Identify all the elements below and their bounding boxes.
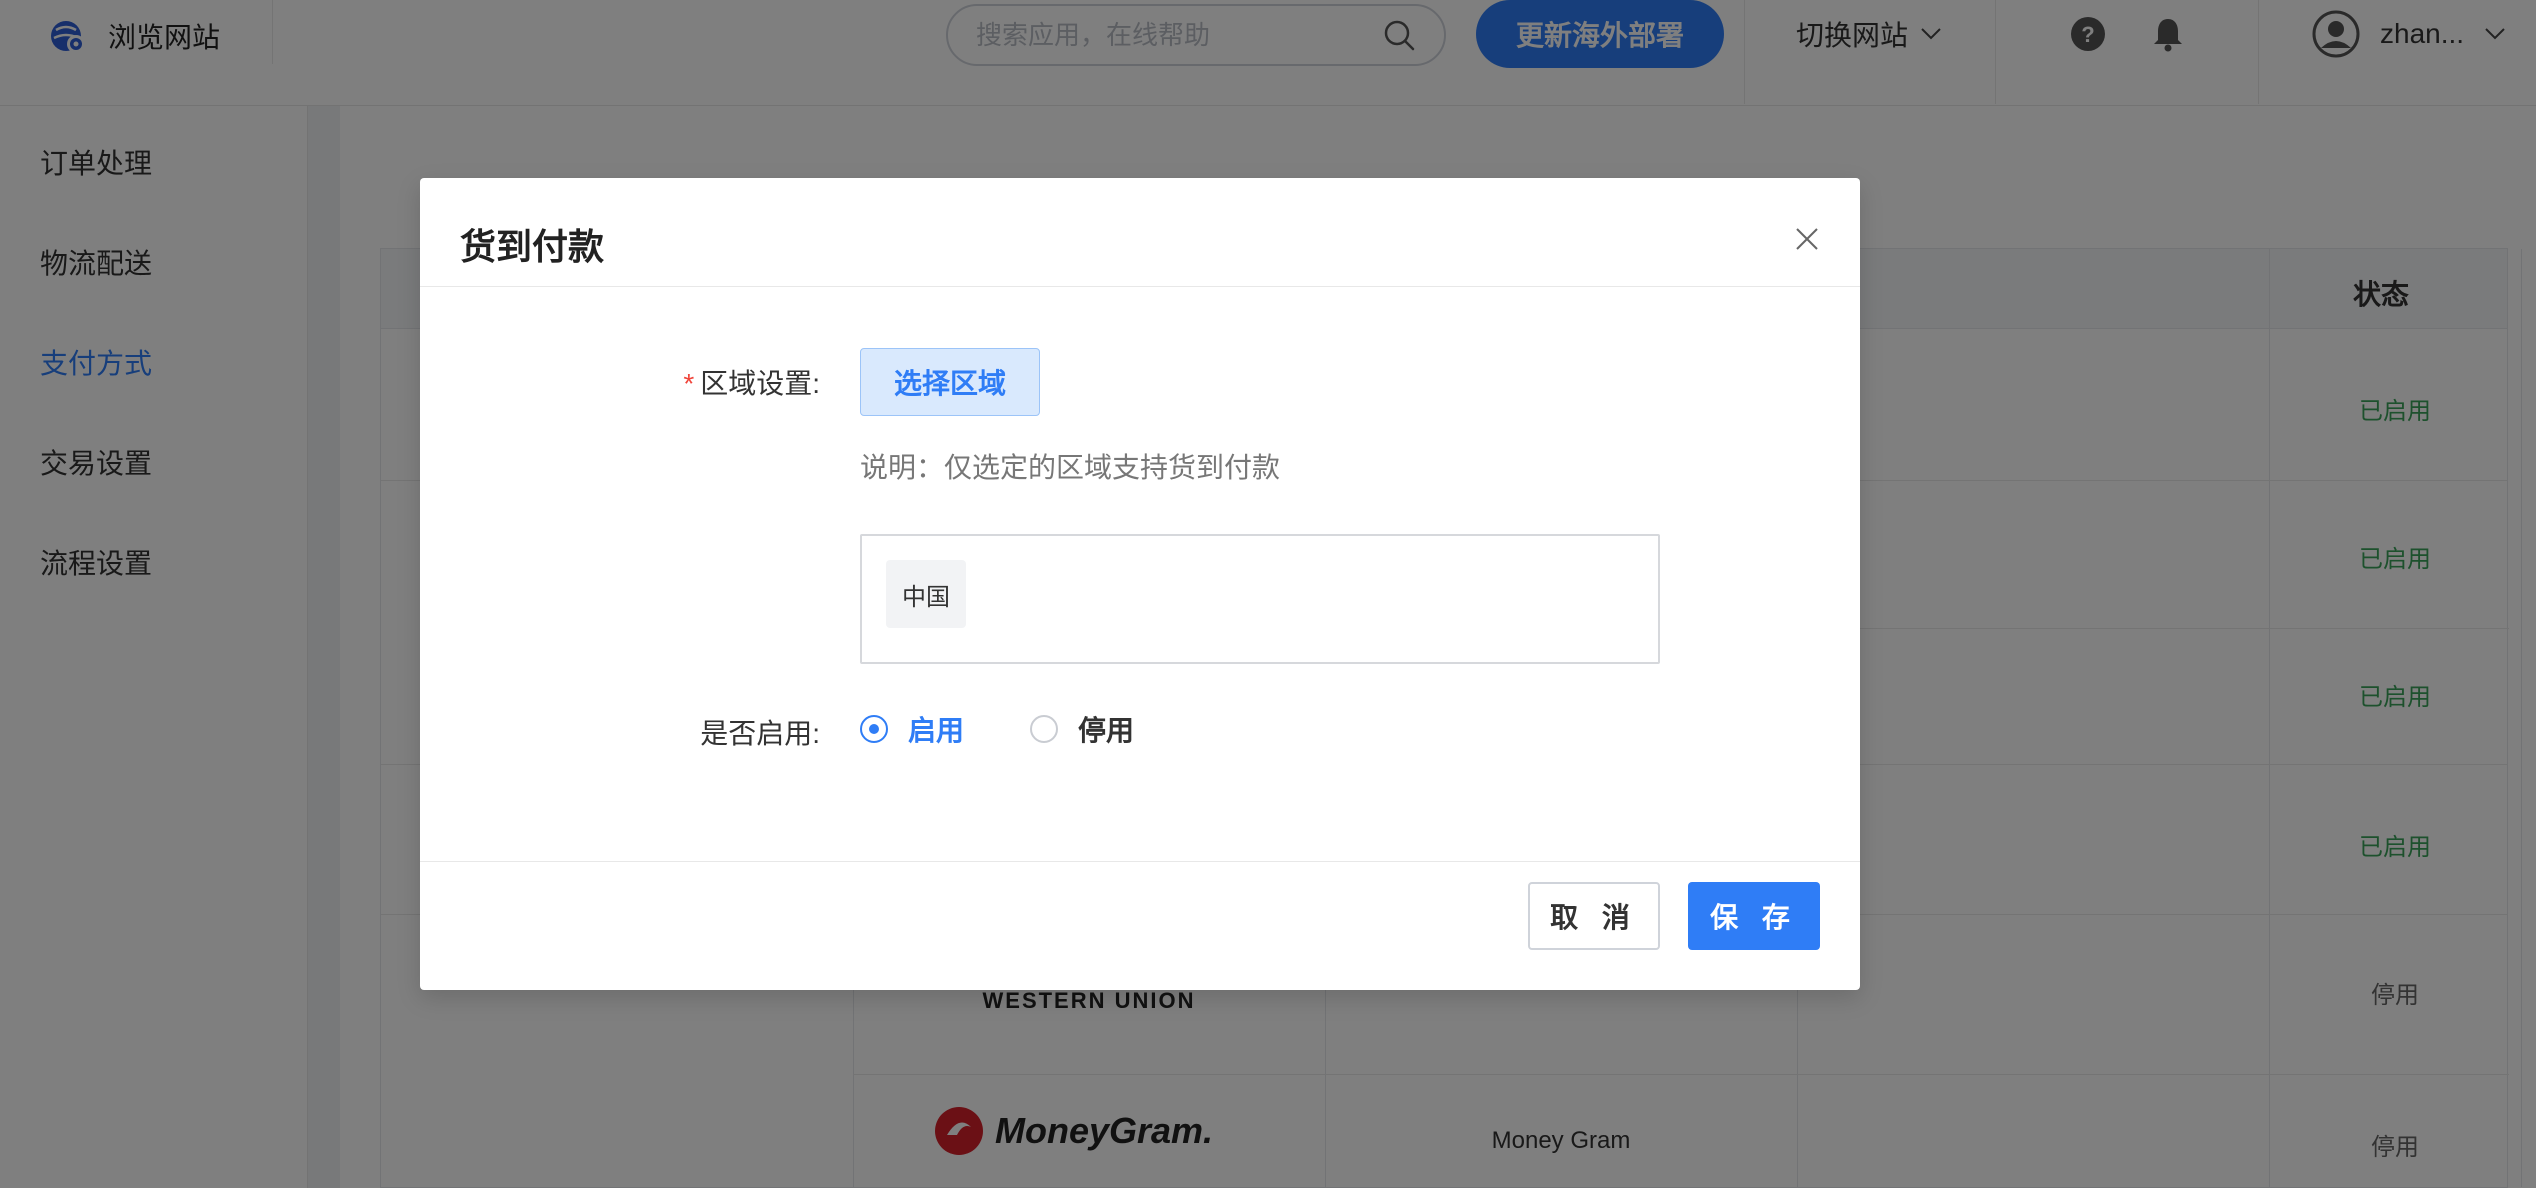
dialog-footer: 取 消 保 存 (420, 861, 1860, 990)
enable-label: 是否启用: (700, 718, 820, 749)
region-label-text: 区域设置: (700, 368, 820, 399)
close-icon[interactable] (1792, 224, 1822, 254)
region-note: 说明：仅选定的区域支持货到付款 (860, 452, 1281, 483)
dialog-title: 货到付款 (460, 226, 605, 267)
cancel-button[interactable]: 取 消 (1528, 882, 1660, 950)
save-button[interactable]: 保 存 (1688, 882, 1820, 950)
select-region-button[interactable]: 选择区域 (860, 348, 1040, 416)
selected-regions-box: 中国 (860, 534, 1660, 664)
required-mark: * (683, 368, 695, 399)
radio-dot[interactable] (1030, 715, 1058, 743)
cod-settings-dialog: 货到付款 * 区域设置: 选择区域 说明：仅选定的区域支持货到付款 中国 是否启用… (420, 178, 1860, 990)
region-setting-label: * 区域设置: (620, 362, 820, 402)
dialog-header: 货到付款 (420, 178, 1860, 287)
radio-enable[interactable]: 启用 (860, 711, 964, 747)
radio-disable[interactable]: 停用 (1030, 711, 1134, 747)
region-tag[interactable]: 中国 (886, 560, 966, 628)
radio-dot[interactable] (860, 715, 888, 743)
radio-enable-label[interactable]: 启用 (908, 709, 964, 749)
radio-disable-label[interactable]: 停用 (1078, 709, 1134, 749)
